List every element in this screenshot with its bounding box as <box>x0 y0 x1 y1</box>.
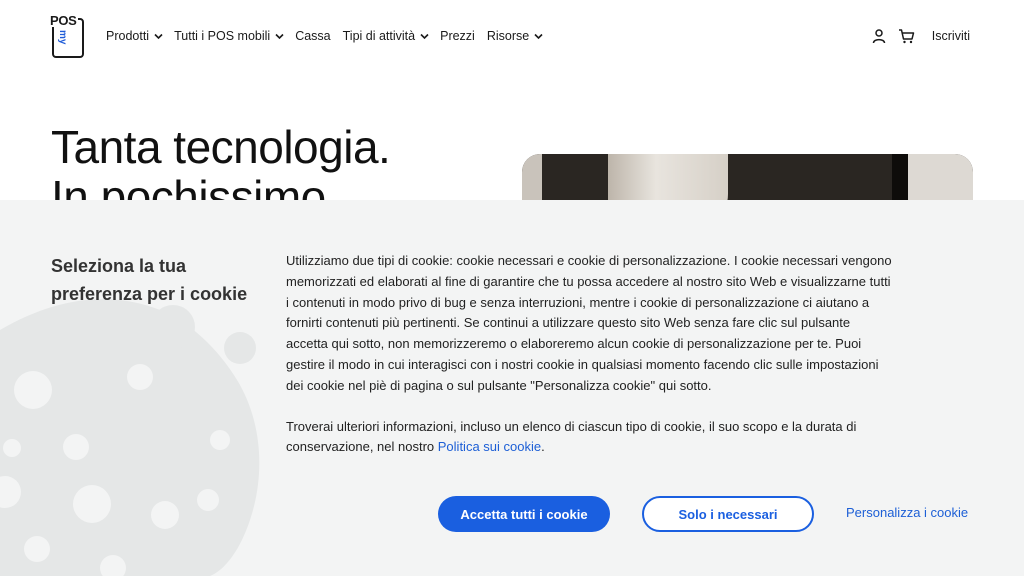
cart-icon[interactable] <box>898 27 916 45</box>
nav-label: Prodotti <box>106 29 150 43</box>
nav-item-cassa[interactable]: Cassa <box>295 28 330 44</box>
chevron-down-icon <box>275 32 284 40</box>
cookie-paragraph-text: Troverai ulteriori informazioni, incluso… <box>286 418 857 455</box>
signup-link[interactable]: Iscriviti <box>932 29 970 43</box>
cookie-policy-link[interactable]: Politica sui cookie <box>438 439 541 454</box>
nav-label: Tutti i POS mobili <box>174 29 271 43</box>
user-icon[interactable] <box>870 27 888 45</box>
nav-item-prezzi[interactable]: Prezzi <box>440 28 475 44</box>
cookie-paragraph-more-info: Troverai ulteriori informazioni, incluso… <box>286 417 894 459</box>
nav-item-prodotti[interactable]: Prodotti <box>106 28 163 44</box>
nav-item-risorse[interactable]: Risorse <box>486 28 543 44</box>
customize-cookies-link[interactable]: Personalizza i cookie <box>846 505 968 520</box>
chevron-down-icon <box>420 32 429 40</box>
logo-sub-text: my <box>57 30 68 45</box>
cookie-paragraph-end: . <box>541 439 545 455</box>
nav-label: Prezzi <box>440 29 475 43</box>
nav-label: Risorse <box>486 29 530 43</box>
cookie-description: Utilizziamo due tipi di cookie: cookie n… <box>286 251 894 458</box>
main-nav: Prodotti Tutti i POS mobili Cassa Tipi d… <box>106 28 554 44</box>
chevron-down-icon <box>534 32 543 40</box>
necessary-only-button[interactable]: Solo i necessari <box>642 496 814 532</box>
nav-item-tipi-di-attivita[interactable]: Tipi di attività <box>342 28 429 44</box>
mypos-logo[interactable]: POS my <box>50 14 86 58</box>
nav-label: Tipi di attività <box>342 29 416 43</box>
cookie-paragraph: Utilizziamo due tipi di cookie: cookie n… <box>286 253 892 393</box>
nav-item-tutti-i-pos-mobili[interactable]: Tutti i POS mobili <box>174 28 284 44</box>
cookie-title: Seleziona la tua preferenza per i cookie <box>51 256 248 304</box>
logo-text: POS <box>50 13 78 28</box>
header-actions: Iscriviti <box>860 27 970 45</box>
accept-all-cookies-button[interactable]: Accetta tutti i cookie <box>438 496 610 532</box>
nav-label: Cassa <box>295 29 331 43</box>
site-header: POS my Prodotti Tutti i POS mobili Cassa… <box>0 0 1024 72</box>
hero-title-line1: Tanta tecnologia. <box>51 121 391 173</box>
cookie-banner: Seleziona la tua preferenza per i cookie… <box>0 200 1024 576</box>
chevron-down-icon <box>154 32 163 40</box>
